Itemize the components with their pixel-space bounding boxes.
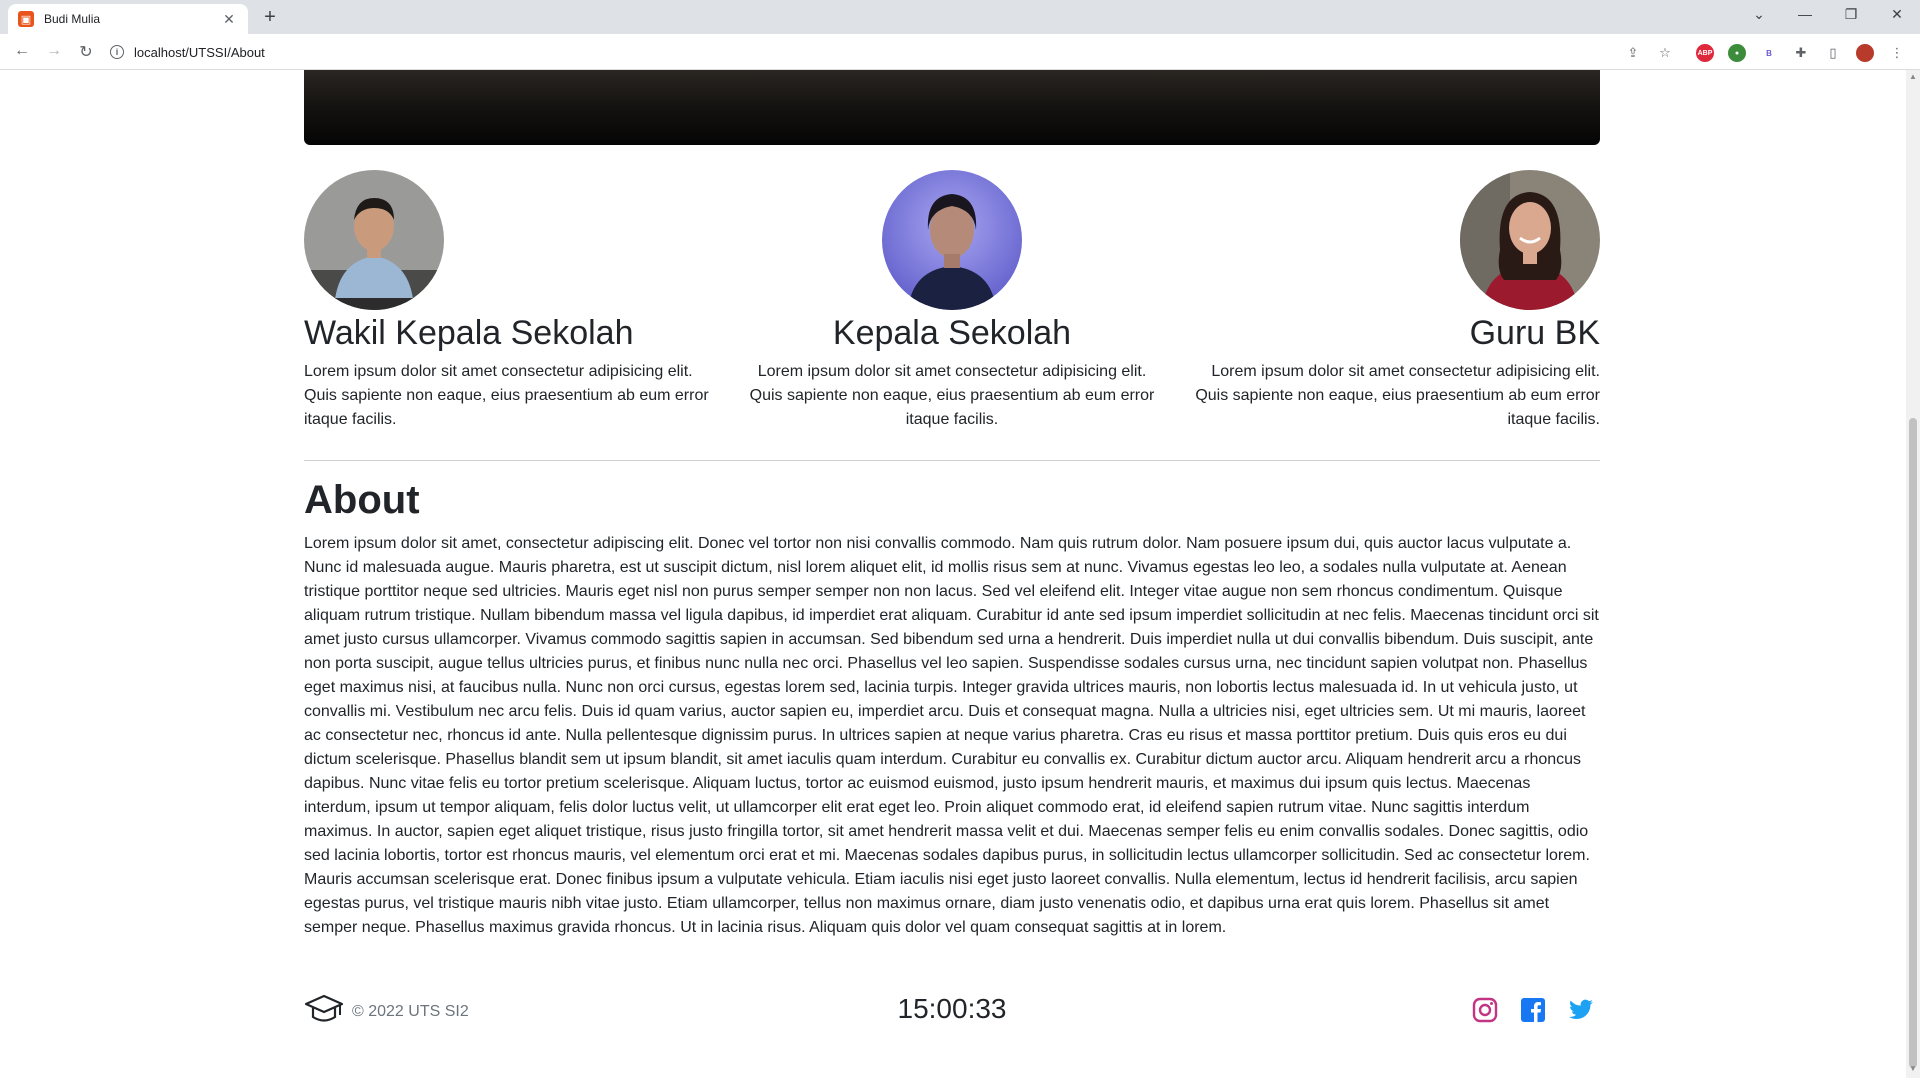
instagram-icon[interactable] [1472,997,1498,1023]
page-footer: © 2022 UTS SI2 15:00:33 [304,985,1600,1035]
restore-button[interactable]: ❐ [1836,6,1866,23]
url-text[interactable]: localhost/UTSSI/About [134,45,265,60]
share-icon[interactable]: ⇪ [1624,44,1642,62]
twitter-icon[interactable] [1568,997,1594,1023]
reload-icon[interactable]: ↻ [74,42,98,62]
extension-b-icon[interactable]: B [1760,44,1778,62]
staff-role-title: Wakil Kepala Sekolah [304,314,634,352]
staff-description: Lorem ipsum dolor sit amet consectetur a… [304,363,709,428]
browser-toolbar: ← → ↻ i localhost/UTSSI/About ⇪ ☆ ABP ● … [0,34,1920,70]
staff-role-title: Guru BK [1469,314,1600,352]
profile-avatar-icon[interactable] [1856,44,1874,62]
staff-card-kepala: Kepala Sekolah Lorem ipsum dolor sit ame… [742,170,1162,432]
browser-tab-strip: ▣ Budi Mulia ✕ + ⌄ — ❐ ✕ [0,0,1920,34]
staff-card-guru-bk: Guru BK Lorem ipsum dolor sit amet conse… [1180,170,1600,432]
forward-icon[interactable]: → [42,42,66,60]
staff-description: Lorem ipsum dolor sit amet consectetur a… [749,363,1155,428]
close-window-button[interactable]: ✕ [1882,6,1912,23]
staff-role-title: Kepala Sekolah [832,314,1072,352]
bookmark-star-icon[interactable]: ☆ [1656,44,1674,62]
facebook-icon[interactable] [1520,997,1546,1023]
tab-search-icon[interactable]: ⌄ [1744,6,1774,23]
site-info-icon[interactable]: i [110,45,124,59]
minimize-button[interactable]: — [1790,6,1820,22]
browser-menu-icon[interactable]: ⋮ [1888,44,1906,62]
side-panel-icon[interactable]: ▯ [1824,44,1842,62]
extension-globe-icon[interactable]: ● [1728,44,1746,62]
scroll-up-arrow-icon[interactable]: ▲ [1906,72,1920,81]
adblock-extension-label: ABP [1697,49,1713,57]
adblock-extension-icon[interactable]: ABP [1696,44,1714,62]
social-links [1472,997,1594,1023]
scrollbar-thumb[interactable] [1909,418,1917,1068]
scroll-down-arrow-icon[interactable]: ▼ [1906,1064,1920,1073]
avatar-wakil-kepala-sekolah [304,170,444,310]
extension-b-label: B [1766,48,1772,58]
staff-card-wakil: Wakil Kepala Sekolah Lorem ipsum dolor s… [304,170,724,432]
site-favicon-icon: ▣ [18,11,34,27]
close-tab-icon[interactable]: ✕ [220,11,238,28]
about-heading: About [304,478,420,522]
staff-section: Wakil Kepala Sekolah Lorem ipsum dolor s… [304,170,1600,430]
footer-clock: 15:00:33 [897,993,1007,1024]
staff-description: Lorem ipsum dolor sit amet consectetur a… [1195,363,1600,428]
browser-tab[interactable]: ▣ Budi Mulia ✕ [8,4,248,34]
avatar-kepala-sekolah [882,170,1022,310]
tab-title: Budi Mulia [44,12,101,26]
address-bar[interactable]: i localhost/UTSSI/About [110,38,1620,66]
about-paragraph: Lorem ipsum dolor sit amet, consectetur … [304,535,1599,936]
hero-banner-image [304,70,1600,145]
extensions-puzzle-icon[interactable]: ✚ [1792,44,1810,62]
page-scrollbar[interactable]: ▲ ▼ [1906,70,1920,1078]
new-tab-button[interactable]: + [258,6,282,29]
page-viewport: Wakil Kepala Sekolah Lorem ipsum dolor s… [0,70,1906,1078]
back-icon[interactable]: ← [10,42,34,60]
section-divider [304,460,1600,461]
avatar-guru-bk [1460,170,1600,310]
